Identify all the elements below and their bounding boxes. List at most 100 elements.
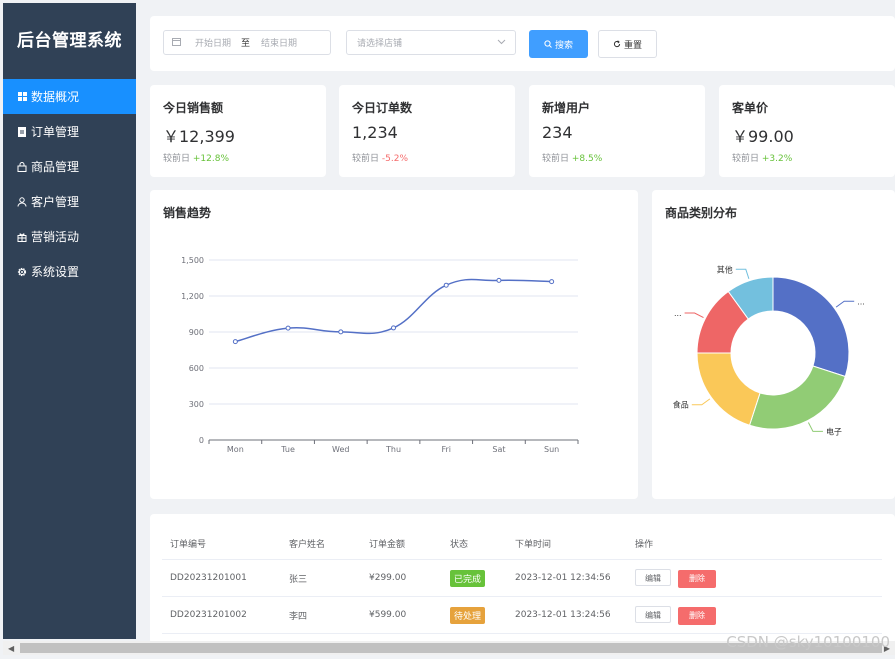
order-time: 2023-12-01 12:34:56: [507, 559, 627, 597]
sidebar-item-customers[interactable]: 客户管理: [3, 184, 136, 219]
stat-title: 新增用户: [542, 101, 591, 115]
app-logo-title: 后台管理系统: [17, 31, 122, 51]
watermark: CSDN @sky10100100: [726, 633, 890, 651]
compare-label: 较前日: [163, 154, 191, 164]
stat-value: ￥99.00: [732, 127, 794, 146]
scroll-left-arrow-icon[interactable]: ◀: [8, 644, 14, 653]
data-point: [496, 277, 502, 283]
slice-label: 食品: [673, 400, 689, 410]
edit-button[interactable]: 编辑: [635, 605, 671, 623]
pie-slice: [696, 352, 761, 426]
x-tick-label: Sat: [492, 445, 505, 454]
sidebar-item-products[interactable]: 商品管理: [3, 149, 136, 184]
y-tick-label: 600: [189, 364, 204, 373]
actions-cell: 编辑 删除: [627, 596, 882, 634]
refresh-icon: [613, 40, 621, 48]
stat-compare: 较前日 -5.2%: [352, 151, 408, 164]
sidebar-item-overview[interactable]: 数据概况: [3, 79, 136, 114]
calendar-icon: [172, 37, 181, 49]
category-pie-chart: ... 电子 食品... 其他: [673, 264, 865, 436]
bag-icon: [17, 161, 27, 172]
data-point: [285, 325, 291, 331]
x-tick-label: Thu: [385, 445, 401, 454]
search-button-label: 搜索: [554, 40, 573, 51]
stat-card-sales: 今日销售额 ￥12,399 较前日 +12.8%: [150, 85, 326, 177]
customer-name: 张三: [281, 559, 361, 597]
status-badge: 待处理: [450, 606, 486, 624]
sales-trend-panel: 销售趋势 0 300 600 900 1,200 1,500 Mon Tue Wed Thu Fri…: [150, 190, 638, 499]
status-cell: 已完成: [442, 559, 507, 597]
status-badge: 已完成: [450, 569, 486, 587]
y-tick-label: 300: [189, 400, 204, 409]
edit-button[interactable]: 编辑: [635, 568, 671, 586]
x-tick-label: Sun: [544, 445, 559, 454]
table-row: DD20231201002 李四 ¥599.00 待处理 2023-12-01 …: [162, 596, 882, 634]
stat-title: 今日订单数: [352, 101, 413, 115]
stat-compare: 较前日 +3.2%: [732, 151, 792, 164]
stat-change: -5.2%: [381, 154, 409, 164]
shop-select-placeholder: 请选择店铺: [357, 39, 403, 49]
x-tick-label: Tue: [280, 445, 295, 454]
x-tick-label: Wed: [332, 445, 349, 454]
date-range-picker[interactable]: 开始日期 至 结束日期: [163, 30, 331, 55]
sidebar-item-label: 客户管理: [31, 195, 80, 209]
data-point: [549, 279, 555, 285]
grid-icon: [17, 92, 27, 102]
column-header: 状态: [442, 528, 507, 560]
stat-compare: 较前日 +12.8%: [163, 151, 229, 164]
sidebar-item-label: 营销活动: [31, 230, 80, 244]
sidebar-item-label: 商品管理: [31, 160, 80, 174]
orders-table-card: 订单编号 客户姓名 订单金额 状态 下单时间 操作 DD20231201001 …: [150, 514, 895, 644]
status-cell: 待处理: [442, 596, 507, 634]
stat-change: +8.5%: [571, 154, 603, 164]
column-header: 订单金额: [361, 528, 442, 560]
sidebar-item-settings[interactable]: 系统设置: [3, 254, 136, 289]
actions-cell: 编辑 删除: [627, 559, 882, 597]
search-button[interactable]: 搜索: [529, 30, 588, 58]
stat-title: 今日销售额: [163, 101, 224, 115]
pie-slice: [772, 276, 850, 378]
reset-button[interactable]: 重置: [598, 30, 657, 58]
sales-trend-chart: 0 300 600 900 1,200 1,500 Mon Tue Wed Thu Fri Sat Su…: [181, 256, 579, 454]
sidebar-item-orders[interactable]: 订单管理: [3, 114, 136, 149]
sidebar-item-label: 订单管理: [31, 125, 80, 139]
sidebar-menu: 数据概况 订单管理 商品管理 客户管理 营销活动 系统设置: [3, 79, 136, 289]
end-date-input[interactable]: 结束日期: [261, 36, 297, 49]
slice-leader-line: [807, 422, 823, 432]
column-header: 下单时间: [507, 528, 627, 560]
slice-leader-line: [735, 268, 750, 279]
column-header: 操作: [627, 528, 882, 560]
stat-change: +12.8%: [192, 154, 230, 164]
orders-table: 订单编号 客户姓名 订单金额 状态 下单时间 操作 DD20231201001 …: [162, 528, 882, 634]
start-date-input[interactable]: 开始日期: [195, 36, 231, 49]
y-tick-label: 900: [189, 328, 204, 337]
order-time: 2023-12-01 13:24:56: [507, 596, 627, 634]
compare-label: 较前日: [732, 154, 760, 164]
sidebar-item-marketing[interactable]: 营销活动: [3, 219, 136, 254]
x-tick-label: Fri: [441, 445, 451, 454]
delete-button[interactable]: 删除: [678, 606, 716, 625]
compare-label: 较前日: [352, 154, 380, 164]
table-header-row: 订单编号 客户姓名 订单金额 状态 下单时间 操作: [162, 528, 882, 560]
pie-slice: [748, 365, 846, 430]
stat-card-orders: 今日订单数 1,234 较前日 -5.2%: [339, 85, 515, 177]
chevron-down-icon: [497, 38, 506, 48]
filter-toolbar: 开始日期 至 结束日期 请选择店铺 搜索 重置: [150, 16, 895, 71]
range-separator: 至: [241, 39, 251, 49]
shop-select[interactable]: 请选择店铺: [346, 30, 516, 55]
data-point: [443, 282, 449, 288]
delete-button[interactable]: 删除: [678, 569, 716, 588]
stat-compare: 较前日 +8.5%: [542, 151, 602, 164]
x-tick-label: Mon: [227, 445, 244, 454]
document-icon: [17, 126, 27, 137]
y-tick-label: 1,500: [181, 256, 204, 265]
order-amount: ¥599.00: [361, 596, 442, 634]
slice-label: ...: [674, 309, 682, 318]
slice-leader-line: [691, 398, 711, 406]
column-header: 订单编号: [162, 528, 281, 560]
order-id: DD20231201001: [162, 559, 281, 597]
stat-value: ￥12,399: [163, 127, 235, 146]
app-window: 后台管理系统 数据概况 订单管理 商品管理 客户管理 营销活动 系统设置 开始日…: [0, 0, 895, 659]
data-point: [391, 325, 396, 331]
stat-card-avg-order: 客单价 ￥99.00 较前日 +3.2%: [719, 85, 895, 177]
